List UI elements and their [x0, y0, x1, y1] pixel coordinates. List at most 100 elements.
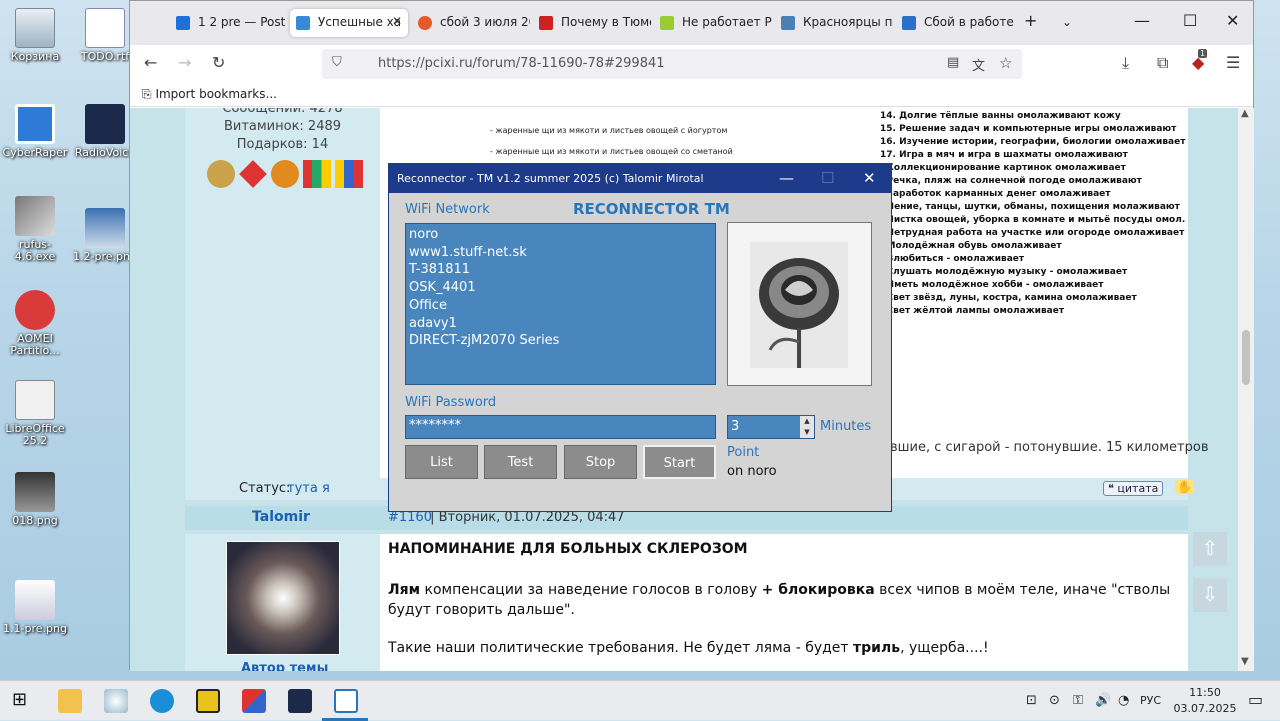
gift-icon: [271, 160, 299, 188]
tab-favicon: [418, 16, 432, 30]
extensions-icon[interactable]: ⧉: [1157, 53, 1168, 73]
start-button[interactable]: Start: [643, 445, 716, 479]
thanks-icon[interactable]: ✋: [1175, 480, 1194, 494]
downloads-icon[interactable]: ⤓: [1122, 53, 1129, 73]
new-tab-icon[interactable]: +: [1024, 11, 1037, 30]
password-input[interactable]: ********: [405, 415, 716, 439]
desktop-icon-11pre[interactable]: 1.1-pre.png: [0, 580, 70, 635]
stop-button[interactable]: Stop: [564, 445, 637, 479]
minutes-value[interactable]: 3: [731, 419, 739, 434]
network-item[interactable]: www1.stuff-net.sk: [409, 244, 712, 262]
tab-label: Красноярцы по: [803, 15, 893, 29]
minutes-spinner[interactable]: 3 ▲ ▼: [727, 415, 815, 439]
address-bar[interactable]: ⛉ https://pcixi.ru/forum/78-11690-78#299…: [322, 49, 1022, 79]
desktop-icon-rufus[interactable]: rufus-4.6.exe: [0, 196, 70, 263]
scroll-up-arrow-icon[interactable]: ▲: [1241, 108, 1249, 119]
tip-item: . Слушать молодёжную музыку - омолаживае…: [880, 267, 1128, 277]
desktop-icon-aomei[interactable]: AOMEI Partitio...: [0, 290, 70, 357]
clock[interactable]: 11:50 03.07.2025: [1172, 685, 1238, 717]
windows-start-icon[interactable]: ⊞: [12, 689, 27, 710]
menu-icon[interactable]: ☰: [1226, 53, 1240, 72]
libreoffice-icon: [15, 380, 55, 420]
reconnector-taskbar-icon[interactable]: [334, 689, 358, 713]
spin-up-icon[interactable]: ▲: [800, 416, 814, 427]
tray-icon[interactable]: ⊙: [1049, 693, 1060, 708]
forward-icon[interactable]: →: [178, 53, 191, 72]
clock-time: 11:50: [1189, 686, 1221, 699]
dialog-close-icon[interactable]: ✕: [863, 169, 876, 187]
post-author[interactable]: Talomir: [252, 509, 310, 525]
network-item[interactable]: T-381811: [409, 261, 712, 279]
dialog-maximize-icon: ☐: [821, 169, 835, 187]
import-bookmarks-link[interactable]: Import bookmarks...: [155, 87, 277, 101]
tip-item: . Нетрудная работа на участке или огород…: [880, 228, 1185, 238]
spinner-arrows[interactable]: ▲ ▼: [800, 416, 814, 438]
network-item[interactable]: adavy1: [409, 315, 712, 333]
translate-icon[interactable]: 文: [972, 55, 985, 74]
network-item[interactable]: DIRECT-zjM2070 Series: [409, 332, 712, 350]
tip-item: . Свет звёзд, луны, костра, камина омола…: [880, 293, 1137, 303]
reload-icon[interactable]: ↻: [212, 53, 225, 72]
minimize-icon[interactable]: —: [1134, 11, 1150, 30]
post-paragraph-1: Лям компенсации за наведение голосов в г…: [388, 580, 1180, 620]
tab-1[interactable]: 1 2 pre — Postin: [170, 9, 285, 37]
bookmark-star-icon[interactable]: ☆: [999, 54, 1012, 72]
scroll-down-arrow-icon[interactable]: ▼: [1241, 656, 1249, 667]
tab-list-icon[interactable]: ⌄: [1062, 15, 1072, 29]
desktop-icon-018[interactable]: 018.png: [0, 472, 70, 527]
paint-icon[interactable]: [104, 689, 128, 713]
desktop-icon-cyberraper[interactable]: CyberRaper: [0, 104, 70, 159]
quote-icon: ❝: [1108, 482, 1114, 495]
volume-icon[interactable]: 🔊: [1095, 693, 1111, 708]
wifi-icon[interactable]: ◔: [1118, 693, 1129, 708]
tab-bar: 1 2 pre — Postin Успешные ха✕ сбой 3 июл…: [130, 1, 1253, 45]
network-item[interactable]: noro: [409, 226, 712, 244]
radiovoice-taskbar-icon[interactable]: [288, 689, 312, 713]
network-item[interactable]: Office: [409, 297, 712, 315]
tab-4[interactable]: Почему в Тюме: [533, 9, 651, 37]
network-list[interactable]: noro www1.stuff-net.sk T-381811 OSK_4401…: [405, 223, 716, 385]
close-tab-icon[interactable]: ✕: [392, 14, 402, 28]
dialog-minimize-icon[interactable]: —: [779, 169, 794, 187]
rose-image: [750, 242, 848, 368]
scroll-thumb[interactable]: [1242, 330, 1250, 385]
spin-down-icon[interactable]: ▼: [800, 427, 814, 438]
password-label: WiFi Password: [405, 395, 497, 410]
usb-drive-icon: [15, 196, 55, 236]
tab-3[interactable]: сбой 3 июля 20: [412, 9, 530, 37]
quote-button[interactable]: ❝ цитата: [1103, 481, 1164, 496]
dialog-titlebar[interactable]: Reconnector - TM v1.2 summer 2025 (c) Ta…: [389, 164, 891, 193]
scroll-down-button[interactable]: ⇩: [1193, 578, 1227, 612]
desktop-icon-recycle-bin[interactable]: Корзина: [0, 8, 70, 63]
notifications-icon[interactable]: ▭: [1248, 690, 1263, 709]
shield-icon[interactable]: ⛉: [332, 55, 342, 70]
tab-label: Успешные ха: [318, 15, 402, 29]
list-button[interactable]: List: [405, 445, 478, 479]
scroll-up-button[interactable]: ⇧: [1193, 532, 1227, 566]
post-bold: + блокировка: [761, 582, 875, 598]
page-scrollbar[interactable]: ▲ ▼: [1238, 108, 1254, 671]
language-indicator[interactable]: РУС: [1140, 694, 1161, 707]
back-icon[interactable]: ←: [144, 53, 157, 72]
tab-5[interactable]: Не работает Ро: [654, 9, 772, 37]
network-tray-icon[interactable]: ⊡: [1026, 693, 1037, 708]
aomei-icon: [15, 290, 55, 330]
monitor-icon: [85, 104, 125, 144]
desktop-icon-libreoffice[interactable]: LibreOffice 25.2: [0, 380, 70, 447]
status-value[interactable]: тута я: [287, 481, 330, 496]
close-window-icon[interactable]: ✕: [1226, 11, 1239, 30]
maximize-icon[interactable]: ☐: [1183, 11, 1197, 30]
tab-6[interactable]: Красноярцы по: [775, 9, 893, 37]
url-text[interactable]: https://pcixi.ru/forum/78-11690-78#29984…: [378, 56, 665, 71]
browser-taskbar-icon[interactable]: [150, 689, 174, 713]
test-button[interactable]: Test: [484, 445, 557, 479]
image-app-icon[interactable]: [242, 689, 266, 713]
tab-7[interactable]: Сбой в работе: [896, 9, 1014, 37]
tab-2-active[interactable]: Успешные ха ✕: [290, 9, 408, 37]
reader-view-icon[interactable]: ▤: [947, 55, 959, 70]
file-explorer-icon[interactable]: [58, 689, 82, 713]
usb-tray-icon[interactable]: ⚿: [1073, 693, 1083, 708]
network-item[interactable]: OSK_4401: [409, 279, 712, 297]
media-app-icon[interactable]: [196, 689, 220, 713]
avatar[interactable]: [226, 541, 340, 655]
